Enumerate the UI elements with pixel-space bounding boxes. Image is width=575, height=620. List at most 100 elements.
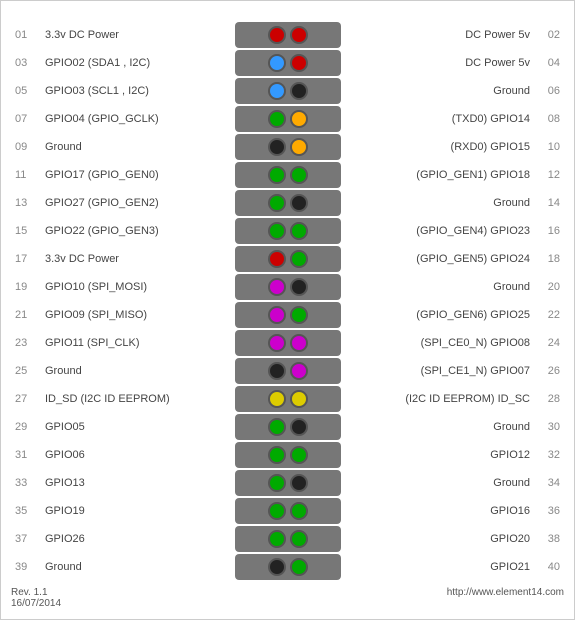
pin-circle-right [290,54,308,72]
pin-name-right: (GPIO_GEN1) GPIO18 [343,161,535,189]
pin-circle-left [268,82,286,100]
pin-number-left: 19 [11,273,41,301]
pin-number-right: 26 [534,357,564,385]
pin-circle-left [268,278,286,296]
pin-circle-left [268,250,286,268]
pin-circle-left [268,138,286,156]
pin-connector [233,469,343,497]
pin-circle-right [290,418,308,436]
pin-connector [233,245,343,273]
pin-number-left: 11 [11,161,41,189]
pin-circle-right [290,82,308,100]
pin-name-left: GPIO27 (GPIO_GEN2) [41,189,233,217]
pin-name-right: Ground [343,413,535,441]
pin-circle-left [268,362,286,380]
pin-circle-right [290,558,308,576]
pin-connector [233,357,343,385]
pin-name-right: Ground [343,189,535,217]
pin-number-right: 18 [534,245,564,273]
pin-connector [233,49,343,77]
pin-name-right: GPIO20 [343,525,535,553]
pin-circle-right [290,194,308,212]
pin-number-right: 02 [534,21,564,49]
pin-name-right: (SPI_CE0_N) GPIO08 [343,329,535,357]
pin-number-left: 09 [11,133,41,161]
pin-circle-right [290,250,308,268]
pin-connector [233,21,343,49]
table-row: 29GPIO05Ground30 [11,413,564,441]
pin-connector [233,105,343,133]
table-row: 23GPIO11 (SPI_CLK)(SPI_CE0_N) GPIO0824 [11,329,564,357]
table-row: 39GroundGPIO2140 [11,553,564,581]
pin-circle-left [268,166,286,184]
pin-name-left: GPIO05 [41,413,233,441]
pin-circle-right [290,362,308,380]
table-row: 35GPIO19 GPIO1636 [11,497,564,525]
pin-connector [233,385,343,413]
pin-name-right: Ground [343,469,535,497]
table-row: 13GPIO27 (GPIO_GEN2)Ground14 [11,189,564,217]
pin-number-right: 16 [534,217,564,245]
pin-circle-right [290,474,308,492]
pin-number-right: 10 [534,133,564,161]
pin-name-right: (GPIO_GEN5) GPIO24 [343,245,535,273]
pin-circle-right [290,502,308,520]
pin-circle-left [268,26,286,44]
pin-name-right: GPIO16 [343,497,535,525]
table-row: 013.3v DC PowerDC Power 5v02 [11,21,564,49]
pin-number-right: 28 [534,385,564,413]
pin-number-left: 01 [11,21,41,49]
pin-circle-right [290,530,308,548]
pin-name-left: GPIO03 (SCL1 , I2C) [41,77,233,105]
pin-name-right: DC Power 5v [343,49,535,77]
table-row: 25Ground(SPI_CE1_N) GPIO0726 [11,357,564,385]
pin-name-left: GPIO02 (SDA1 , I2C) [41,49,233,77]
pin-number-left: 15 [11,217,41,245]
pin-number-right: 08 [534,105,564,133]
pin-circle-right [290,446,308,464]
pin-number-left: 17 [11,245,41,273]
pin-circle-left [268,54,286,72]
pin-number-left: 35 [11,497,41,525]
pin-connector [233,497,343,525]
pin-name-right: DC Power 5v [343,21,535,49]
pin-circle-right [290,390,308,408]
pin-circle-left [268,502,286,520]
pin-number-right: 20 [534,273,564,301]
pin-name-left: GPIO10 (SPI_MOSI) [41,273,233,301]
pin-connector [233,217,343,245]
pin-circle-right [290,166,308,184]
pin-name-left: GPIO19 [41,497,233,525]
pin-name-right: Ground [343,77,535,105]
pin-number-right: 22 [534,301,564,329]
pin-number-left: 37 [11,525,41,553]
pin-table-container: 013.3v DC PowerDC Power 5v0203GPIO02 (SD… [11,19,564,581]
table-row: 31GPIO06GPIO1232 [11,441,564,469]
pin-name-left: GPIO26 [41,525,233,553]
pin-number-right: 36 [534,497,564,525]
pin-circle-right [290,334,308,352]
pin-number-left: 13 [11,189,41,217]
pin-name-right: GPIO21 [343,553,535,581]
table-row: 33GPIO13Ground34 [11,469,564,497]
pin-name-left: 3.3v DC Power [41,245,233,273]
pin-connector [233,77,343,105]
pin-circle-left [268,222,286,240]
pin-name-right: (RXD0) GPIO15 [343,133,535,161]
pin-name-left: GPIO06 [41,441,233,469]
pin-name-left: GPIO04 (GPIO_GCLK) [41,105,233,133]
pin-name-right: (GPIO_GEN6) GPIO25 [343,301,535,329]
pin-name-right: (I2C ID EEPROM) ID_SC [343,385,535,413]
pin-circle-left [268,390,286,408]
pin-name-left: GPIO13 [41,469,233,497]
table-row: 15GPIO22 (GPIO_GEN3)(GPIO_GEN4) GPIO2316 [11,217,564,245]
pin-number-left: 07 [11,105,41,133]
pin-connector [233,329,343,357]
table-row: 27ID_SD (I2C ID EEPROM)(I2C ID EEPROM) I… [11,385,564,413]
table-row: 09Ground(RXD0) GPIO1510 [11,133,564,161]
pin-circle-right [290,278,308,296]
pin-name-right: GPIO12 [343,441,535,469]
table-row: 173.3v DC Power (GPIO_GEN5) GPIO2418 [11,245,564,273]
pin-connector [233,413,343,441]
pin-number-right: 34 [534,469,564,497]
